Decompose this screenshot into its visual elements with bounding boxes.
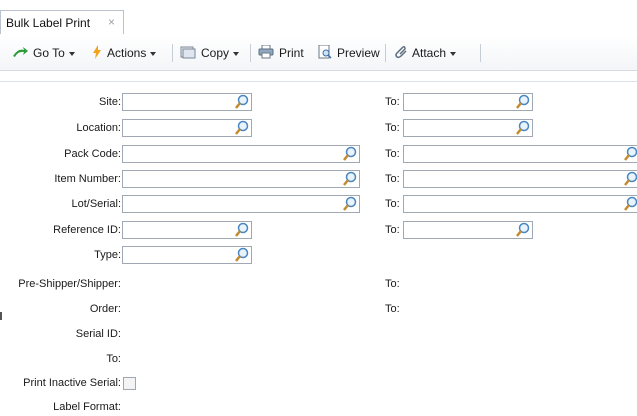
goto-button[interactable]: Go To bbox=[12, 45, 75, 61]
lot-serial-to-field[interactable] bbox=[403, 195, 637, 213]
item-number-to-field[interactable] bbox=[403, 170, 637, 188]
item-number-to-label: To: bbox=[385, 173, 400, 185]
attach-paperclip-icon bbox=[393, 45, 407, 62]
site-to-input[interactable] bbox=[404, 94, 532, 110]
lot-serial-to-label: To: bbox=[385, 198, 400, 210]
toolbar-separator bbox=[172, 44, 173, 62]
tab-close-icon[interactable]: × bbox=[108, 15, 115, 29]
pack-code-to-input[interactable] bbox=[404, 146, 637, 162]
print-icon bbox=[258, 44, 274, 62]
actions-button[interactable]: Actions bbox=[92, 44, 157, 62]
location-from-field[interactable] bbox=[122, 119, 252, 137]
tab-title: Bulk Label Print bbox=[6, 16, 91, 30]
search-icon[interactable] bbox=[233, 119, 251, 137]
search-icon[interactable] bbox=[622, 145, 637, 163]
type-field[interactable] bbox=[122, 246, 252, 264]
search-icon[interactable] bbox=[622, 170, 637, 188]
order-to-label: To: bbox=[385, 303, 400, 315]
attach-button[interactable]: Attach bbox=[393, 45, 457, 62]
item-number-from-input[interactable] bbox=[123, 171, 359, 187]
type-input[interactable] bbox=[123, 247, 251, 263]
serial-id-label: Serial ID: bbox=[75, 328, 121, 340]
print-label: Print bbox=[279, 46, 304, 60]
reference-id-to-field[interactable] bbox=[403, 221, 533, 239]
location-to-label: To: bbox=[385, 122, 400, 134]
site-label: Site: bbox=[98, 96, 121, 108]
toolbar-separator bbox=[480, 44, 481, 62]
print-inactive-serial-checkbox[interactable] bbox=[123, 377, 136, 390]
actions-label: Actions bbox=[107, 46, 147, 60]
pre-shipper-label: Pre-Shipper/Shipper: bbox=[18, 278, 121, 290]
serial-id-to-label: To: bbox=[106, 353, 121, 365]
toolbar-separator bbox=[385, 44, 386, 62]
copy-button[interactable]: Copy bbox=[180, 45, 240, 62]
reference-id-to-label: To: bbox=[385, 224, 400, 236]
site-to-field[interactable] bbox=[403, 93, 533, 111]
order-label: Order: bbox=[89, 303, 121, 315]
search-icon[interactable] bbox=[514, 93, 532, 111]
location-from-input[interactable] bbox=[123, 120, 251, 136]
header-divider bbox=[0, 71, 637, 82]
pack-code-from-field[interactable] bbox=[122, 145, 360, 163]
preview-button[interactable]: Preview bbox=[318, 44, 380, 62]
reference-id-from-field[interactable] bbox=[122, 221, 252, 239]
location-to-input[interactable] bbox=[404, 120, 532, 136]
print-button[interactable]: Print bbox=[258, 44, 304, 62]
actions-bolt-icon bbox=[92, 44, 102, 62]
chevron-down-icon bbox=[68, 52, 75, 56]
preview-label: Preview bbox=[337, 46, 380, 60]
location-label: Location: bbox=[76, 122, 121, 134]
print-inactive-serial-label: Print Inactive Serial: bbox=[23, 377, 121, 389]
reference-id-from-input[interactable] bbox=[123, 222, 251, 238]
reference-id-to-input[interactable] bbox=[404, 222, 532, 238]
pack-code-from-input[interactable] bbox=[123, 146, 359, 162]
search-icon[interactable] bbox=[341, 170, 359, 188]
lot-serial-label: Lot/Serial: bbox=[71, 198, 121, 210]
search-icon[interactable] bbox=[622, 195, 637, 213]
pack-code-to-label: To: bbox=[385, 148, 400, 160]
goto-label: Go To bbox=[33, 46, 65, 60]
item-number-label: Item Number: bbox=[54, 173, 121, 185]
search-icon[interactable] bbox=[233, 246, 251, 264]
search-icon[interactable] bbox=[233, 221, 251, 239]
search-icon[interactable] bbox=[341, 195, 359, 213]
lot-serial-to-input[interactable] bbox=[404, 196, 637, 212]
site-from-field[interactable] bbox=[122, 93, 252, 111]
pack-code-label: Pack Code: bbox=[64, 148, 121, 160]
tab-strip: Bulk Label Print × bbox=[0, 0, 637, 37]
site-to-label: To: bbox=[385, 96, 400, 108]
copy-label: Copy bbox=[201, 46, 230, 60]
pack-code-to-field[interactable] bbox=[403, 145, 637, 163]
site-from-input[interactable] bbox=[123, 94, 251, 110]
search-icon[interactable] bbox=[514, 221, 532, 239]
toolbar-separator bbox=[250, 44, 251, 62]
tab-bulk-label-print[interactable]: Bulk Label Print × bbox=[0, 10, 124, 34]
label-format-label: Label Format: bbox=[53, 401, 121, 413]
search-icon[interactable] bbox=[233, 93, 251, 111]
pre-shipper-to-label: To: bbox=[385, 278, 400, 290]
goto-arrow-icon bbox=[12, 46, 28, 61]
search-icon[interactable] bbox=[341, 145, 359, 163]
lot-serial-from-field[interactable] bbox=[122, 195, 360, 213]
item-number-to-input[interactable] bbox=[404, 171, 637, 187]
chevron-down-icon bbox=[450, 52, 457, 56]
location-to-field[interactable] bbox=[403, 119, 533, 137]
copy-icon bbox=[180, 45, 196, 62]
toolbar: Go To Actions Copy Print Preview Attach bbox=[0, 36, 637, 71]
preview-icon bbox=[318, 44, 332, 62]
type-label: Type: bbox=[94, 249, 121, 261]
item-number-from-field[interactable] bbox=[122, 170, 360, 188]
chevron-down-icon bbox=[150, 52, 157, 56]
chevron-down-icon bbox=[233, 52, 240, 56]
reference-id-label: Reference ID: bbox=[53, 224, 121, 236]
window-edge-marker bbox=[0, 312, 2, 320]
search-icon[interactable] bbox=[514, 119, 532, 137]
lot-serial-from-input[interactable] bbox=[123, 196, 359, 212]
attach-label: Attach bbox=[412, 46, 447, 60]
